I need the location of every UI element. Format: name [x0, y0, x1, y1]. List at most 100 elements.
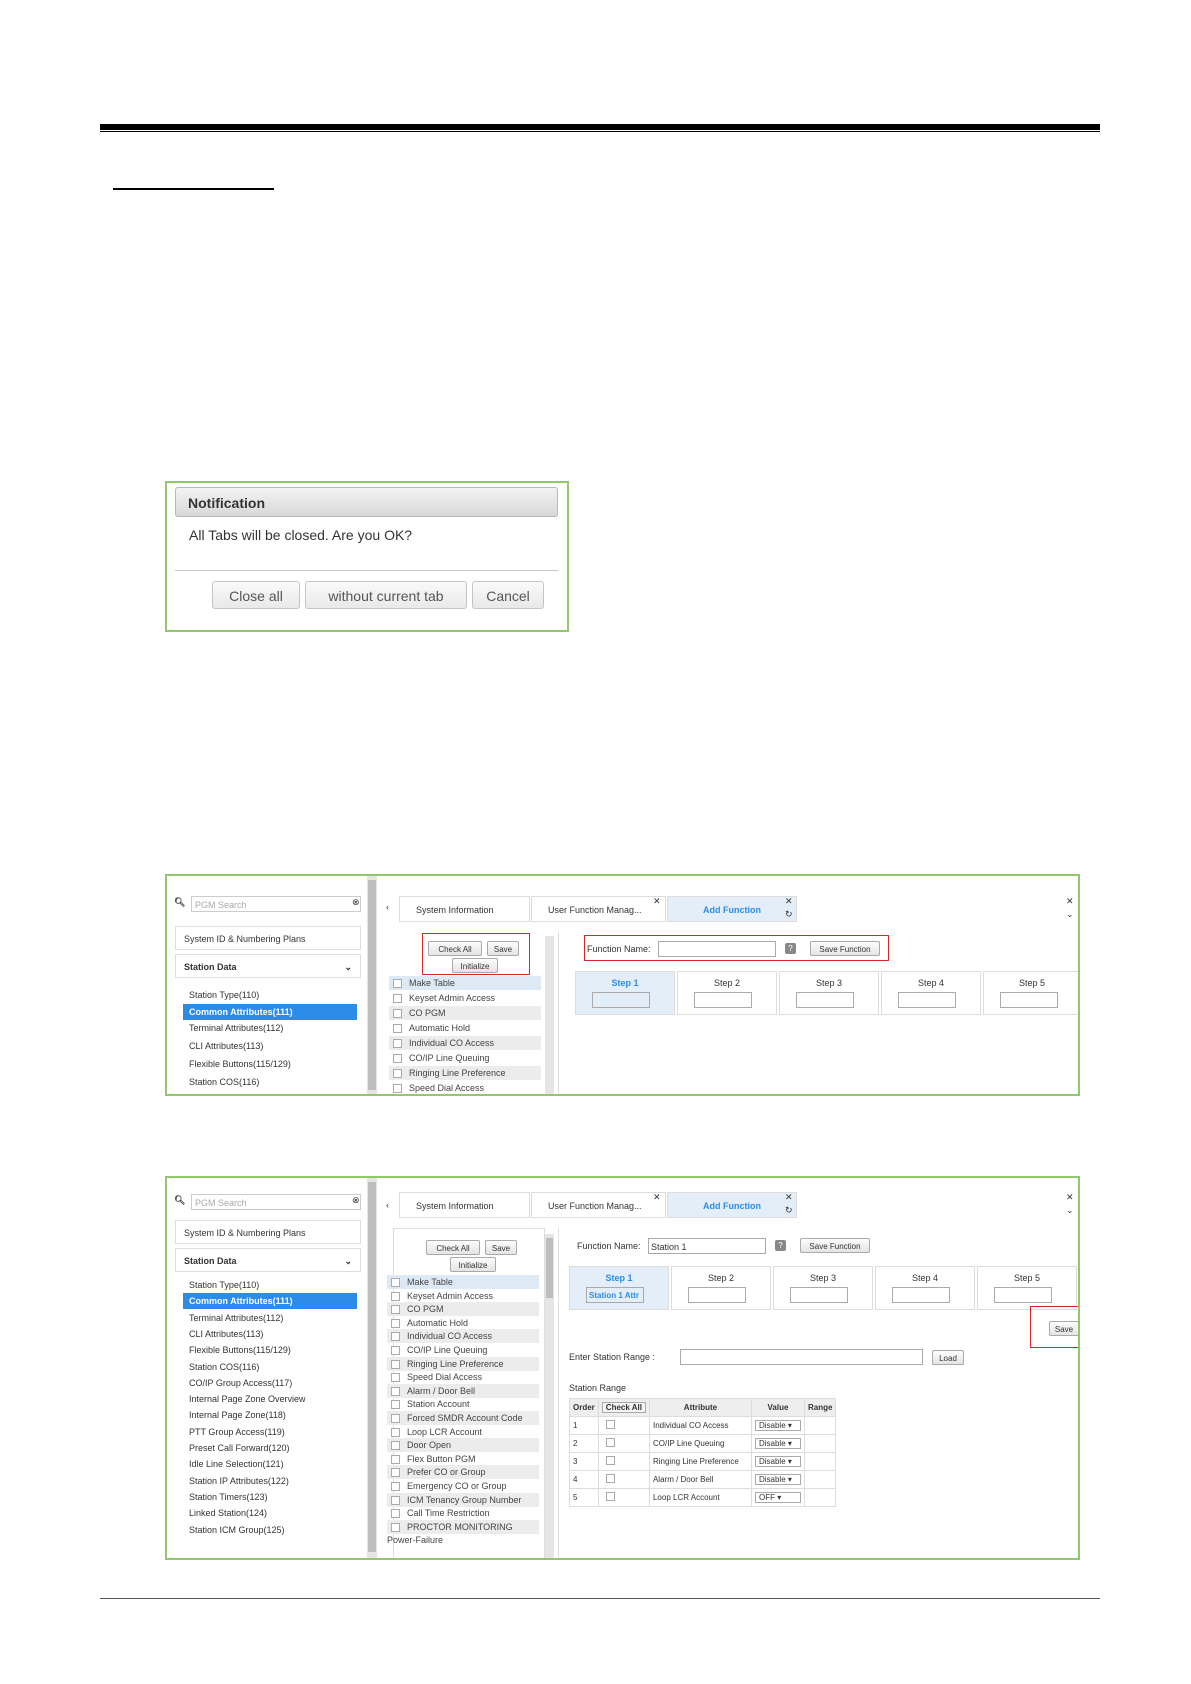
step-input[interactable] — [898, 992, 956, 1008]
row-checkbox-cell[interactable] — [597, 1488, 650, 1507]
function-item[interactable]: Automatic Hold — [389, 1021, 541, 1035]
sidebar-item[interactable]: Station Timers(123) — [189, 1492, 268, 1502]
sidebar-item[interactable]: Station Type(110) — [189, 990, 259, 1000]
checkbox[interactable] — [391, 1468, 400, 1478]
chevron-down-icon[interactable]: ⌄ — [1066, 1205, 1074, 1216]
sidebar-item[interactable]: Station ICM Group(125) — [189, 1525, 285, 1535]
sidebar-item[interactable]: CLI Attributes(113) — [189, 1329, 263, 1339]
checkbox[interactable] — [391, 1318, 400, 1328]
function-item[interactable]: Prefer CO or Group — [387, 1465, 539, 1480]
sidebar-item[interactable]: CLI Attributes(113) — [189, 1041, 263, 1051]
step-input[interactable] — [790, 1287, 848, 1303]
function-item[interactable]: Individual CO Access — [389, 1036, 541, 1050]
function-item[interactable]: Station Account — [387, 1397, 539, 1411]
step-input[interactable] — [688, 1287, 746, 1303]
sidebar-item-selected[interactable]: Common Attributes(111) — [183, 1004, 357, 1020]
pgm-search-input[interactable]: PGM Search — [191, 1194, 361, 1210]
function-item[interactable]: CO/IP Line Queuing — [387, 1343, 539, 1357]
checkbox[interactable] — [391, 1305, 400, 1315]
function-item[interactable]: Door Open — [387, 1438, 539, 1453]
step-input[interactable] — [694, 992, 752, 1008]
checkbox[interactable] — [393, 1009, 402, 1018]
value-select[interactable]: OFF ▾ — [754, 1492, 801, 1503]
sidebar-item[interactable]: CO/IP Group Access(117) — [189, 1378, 292, 1388]
function-item[interactable]: Forced SMDR Account Code — [387, 1411, 539, 1425]
function-item[interactable]: ICM Tenancy Group Number — [387, 1492, 539, 1507]
function-item[interactable]: Power-Failure — [387, 1533, 539, 1547]
function-item[interactable]: Keyset Admin Access — [389, 991, 541, 1005]
step-tab[interactable]: Step 3 — [779, 971, 879, 1015]
row-checkbox-cell[interactable] — [597, 1470, 650, 1489]
function-item[interactable]: Automatic Hold — [387, 1316, 539, 1330]
function-item[interactable]: Keyset Admin Access — [387, 1289, 539, 1303]
function-item[interactable]: Call Time Restriction — [387, 1506, 539, 1520]
chevron-left-icon[interactable]: ‹ — [386, 1200, 389, 1210]
sidebar-item[interactable]: Terminal Attributes(112) — [189, 1313, 283, 1323]
row-value[interactable]: OFF ▾ — [750, 1488, 805, 1507]
step-input[interactable]: Station 1 Attr — [586, 1287, 644, 1303]
close-icon[interactable]: ✕ — [653, 1192, 661, 1203]
sidebar-section-station-data[interactable]: Station Data ⌄ — [175, 954, 361, 978]
col-check-all[interactable]: Check All — [597, 1398, 650, 1417]
function-item[interactable]: CO PGM — [389, 1006, 541, 1020]
step-tab[interactable]: Step 2 — [671, 1266, 771, 1310]
step-tab[interactable]: Step 3 — [773, 1266, 873, 1310]
function-list-scrollbar[interactable] — [545, 936, 554, 1094]
clear-icon[interactable]: ⊗ — [352, 897, 360, 908]
function-item[interactable]: PROCTOR MONITORING — [387, 1519, 539, 1534]
pgm-search-input[interactable]: PGM Search — [191, 896, 361, 912]
checkbox[interactable] — [391, 1427, 400, 1437]
checkbox[interactable] — [393, 1039, 402, 1048]
tab-user-function[interactable]: User Function Manag... — [531, 1192, 666, 1218]
sidebar-scrollbar[interactable] — [367, 1178, 377, 1558]
step-input[interactable] — [892, 1287, 950, 1303]
sidebar-item[interactable]: Internal Page Zone Overview — [189, 1394, 306, 1404]
sidebar-item[interactable]: Station IP Attributes(122) — [189, 1476, 289, 1486]
checkbox[interactable] — [393, 994, 402, 1003]
step-tab[interactable]: Step 2 — [677, 971, 777, 1015]
checkbox[interactable] — [391, 1441, 400, 1451]
function-item[interactable]: Flex Button PGM — [387, 1452, 539, 1466]
function-item[interactable]: Make Table — [387, 1275, 539, 1289]
tab-system-information[interactable]: System Information — [399, 896, 530, 922]
load-button[interactable]: Load — [932, 1350, 964, 1365]
function-list-scrollbar[interactable] — [545, 1234, 554, 1558]
initialize-button[interactable]: Initialize — [450, 1257, 496, 1272]
checkbox[interactable] — [393, 979, 402, 988]
save-function-button[interactable]: Save Function — [800, 1238, 870, 1253]
check-all-button[interactable]: Check All — [601, 1402, 646, 1413]
checkbox[interactable] — [391, 1278, 400, 1287]
checkbox[interactable] — [391, 1509, 400, 1519]
close-icon[interactable]: ✕ — [785, 896, 793, 907]
row-value[interactable]: Disable ▾ — [750, 1434, 805, 1453]
checkbox[interactable] — [391, 1291, 400, 1301]
close-all-tabs-icon[interactable]: ✕ — [1066, 896, 1074, 907]
checkbox[interactable] — [393, 1054, 402, 1063]
sidebar-item[interactable]: Station COS(116) — [189, 1362, 259, 1372]
checkbox[interactable] — [391, 1386, 400, 1396]
checkbox[interactable] — [393, 1069, 402, 1078]
checkbox[interactable] — [393, 1084, 402, 1093]
checkbox[interactable] — [391, 1359, 400, 1369]
checkbox[interactable] — [393, 1024, 402, 1033]
refresh-icon[interactable]: ↻ — [785, 1205, 793, 1216]
close-all-tabs-icon[interactable]: ✕ — [1066, 1192, 1074, 1203]
checkbox[interactable] — [391, 1346, 400, 1355]
sidebar-item-selected[interactable]: Common Attributes(111) — [183, 1293, 357, 1310]
refresh-icon[interactable]: ↻ — [785, 909, 793, 920]
sidebar-item[interactable]: Station Type(110) — [189, 1280, 259, 1290]
tab-system-information[interactable]: System Information — [399, 1192, 530, 1218]
clear-icon[interactable]: ⊗ — [352, 1195, 360, 1206]
value-select[interactable]: Disable ▾ — [754, 1420, 801, 1431]
close-icon[interactable]: ✕ — [785, 1192, 793, 1203]
checkbox[interactable] — [605, 1420, 615, 1429]
step-input[interactable] — [1000, 992, 1058, 1008]
close-all-button[interactable]: Close all — [212, 581, 300, 609]
function-item[interactable]: Make Table — [389, 976, 541, 990]
value-select[interactable]: Disable ▾ — [754, 1438, 801, 1449]
function-item[interactable]: CO/IP Line Queuing — [389, 1051, 541, 1065]
function-name-input[interactable]: Station 1 — [648, 1238, 766, 1254]
sidebar-item[interactable]: Preset Call Forward(120) — [189, 1443, 290, 1453]
check-all-button[interactable]: Check All — [426, 1240, 480, 1255]
function-item[interactable]: Ringing Line Preference — [387, 1356, 539, 1371]
